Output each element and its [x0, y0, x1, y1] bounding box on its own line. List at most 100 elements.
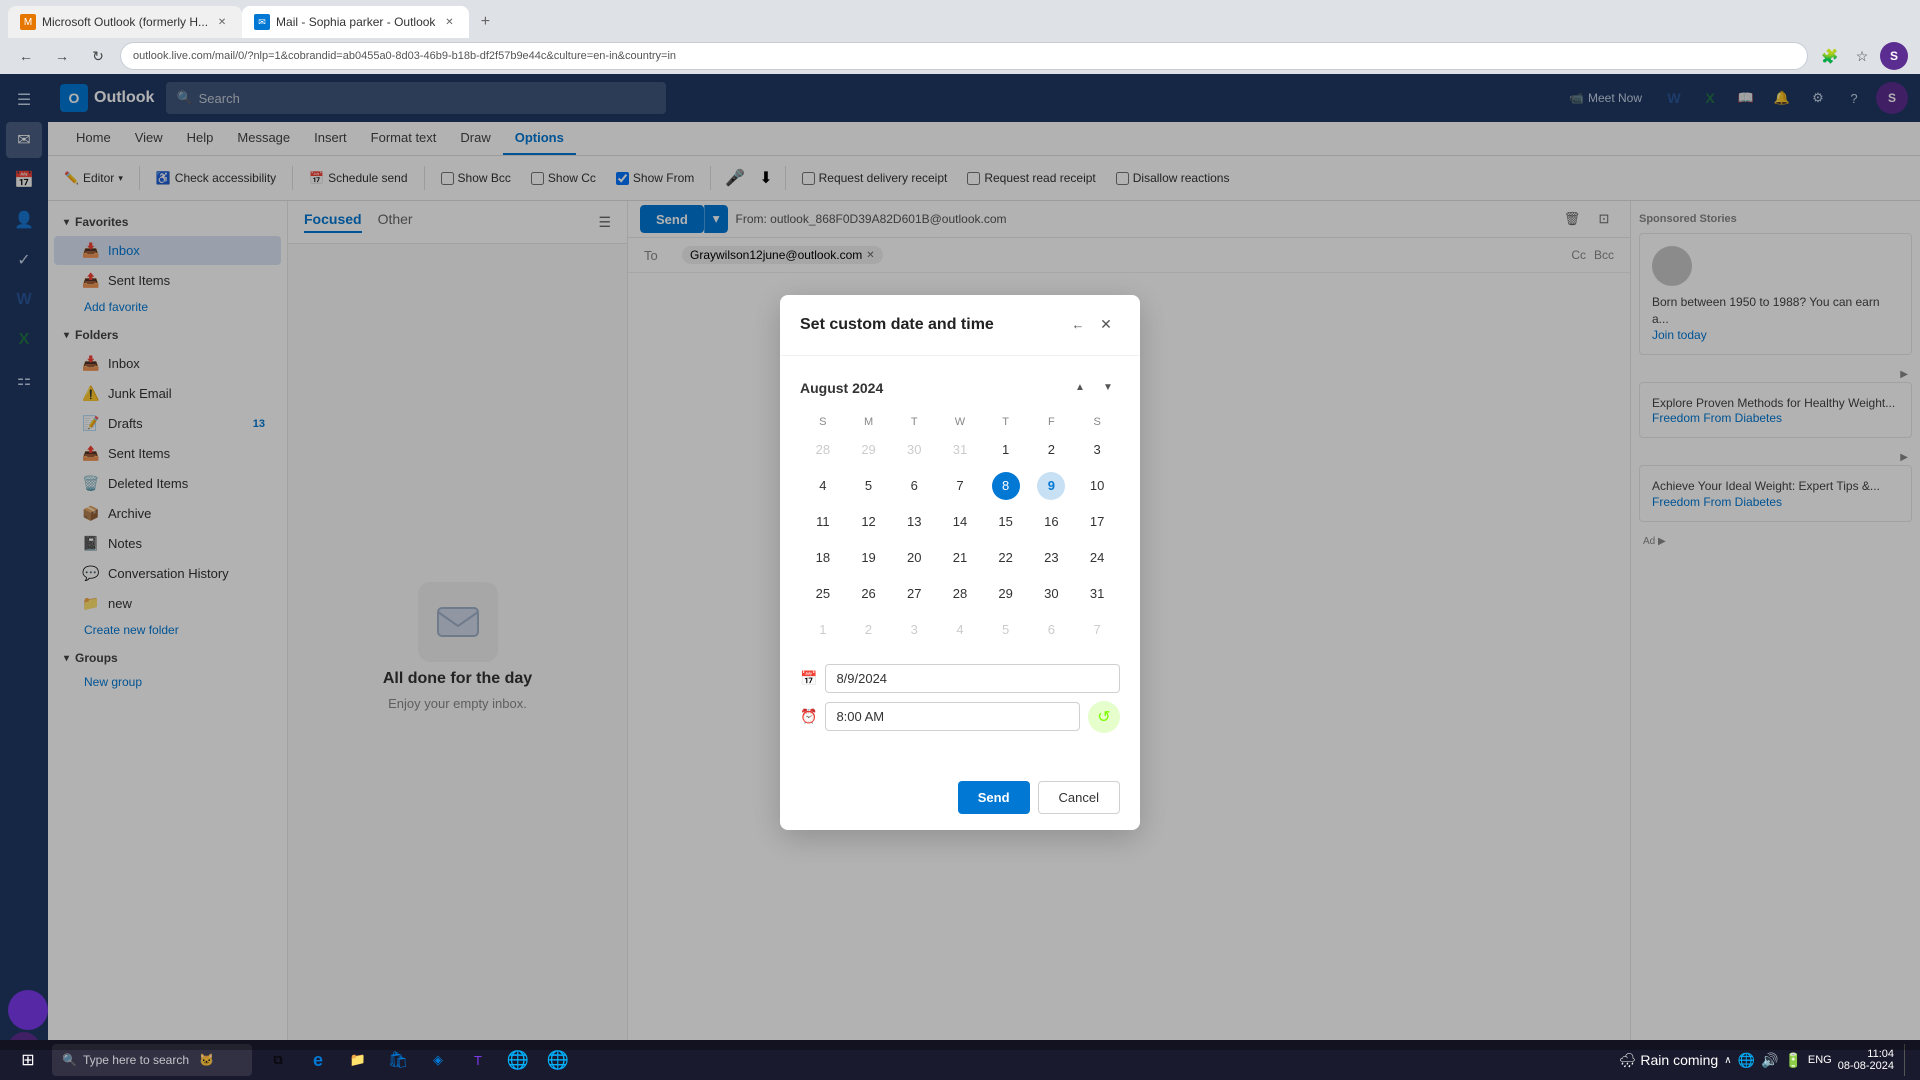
calendar-day[interactable]: 2 — [846, 612, 892, 648]
calendar-day[interactable]: 6 — [1029, 612, 1075, 648]
tab-favicon-2: ✉ — [254, 14, 270, 30]
calendar-day[interactable]: 28 — [800, 432, 846, 468]
search-icon-taskbar: 🔍 — [62, 1053, 77, 1067]
date-time-modal: Set custom date and time ← ✕ August 2024… — [780, 295, 1140, 830]
calendar-day[interactable]: 21 — [937, 540, 983, 576]
calendar-day[interactable]: 26 — [846, 576, 892, 612]
clock-widget[interactable]: 11:04 08-08-2024 — [1838, 1048, 1894, 1072]
calendar-nav: ▲ ▼ — [1068, 376, 1120, 400]
url-bar[interactable]: outlook.live.com/mail/0/?nlp=1&cobrandid… — [120, 42, 1808, 70]
calendar-day[interactable]: 19 — [846, 540, 892, 576]
tab-active[interactable]: ✉ Mail - Sophia parker - Outlook ✕ — [242, 6, 469, 38]
tab-inactive[interactable]: M Microsoft Outlook (formerly H... ✕ — [8, 6, 242, 38]
new-tab-button[interactable]: + — [469, 6, 501, 38]
calendar-day[interactable]: 17 — [1074, 504, 1120, 540]
time-input[interactable] — [825, 702, 1080, 731]
extensions-button[interactable]: 🧩 — [1816, 42, 1844, 70]
calendar-day[interactable]: 2 — [1029, 432, 1075, 468]
calendar-day[interactable]: 9 — [1029, 468, 1075, 504]
calendar-day[interactable]: 15 — [983, 504, 1029, 540]
time-row: ⏰ ↺ — [800, 701, 1120, 733]
calendar-day[interactable]: 3 — [1074, 432, 1120, 468]
modal-title: Set custom date and time — [800, 316, 1064, 334]
calendar-month: August 2024 — [800, 380, 883, 396]
calendar-day[interactable]: 5 — [983, 612, 1029, 648]
calendar-day[interactable]: 6 — [891, 468, 937, 504]
calendar-day[interactable]: 4 — [937, 612, 983, 648]
calendar-day[interactable]: 27 — [891, 576, 937, 612]
day-header-tue: T — [891, 412, 937, 432]
calendar-day[interactable]: 13 — [891, 504, 937, 540]
calendar-day[interactable]: 7 — [937, 468, 983, 504]
tab-bar: M Microsoft Outlook (formerly H... ✕ ✉ M… — [0, 0, 1920, 38]
calendar-day[interactable]: 22 — [983, 540, 1029, 576]
calendar-day[interactable]: 12 — [846, 504, 892, 540]
clock-date: 08-08-2024 — [1838, 1060, 1894, 1072]
browser-chrome: M Microsoft Outlook (formerly H... ✕ ✉ M… — [0, 0, 1920, 74]
modal-send-button[interactable]: Send — [958, 781, 1030, 814]
modal-nav: ← — [1064, 311, 1092, 339]
date-input[interactable] — [825, 664, 1120, 693]
calendar-day[interactable]: 30 — [1029, 576, 1075, 612]
calendar-day[interactable]: 8 — [983, 468, 1029, 504]
calendar-day[interactable]: 14 — [937, 504, 983, 540]
modal-body: August 2024 ▲ ▼ S M T W T F S — [780, 356, 1140, 769]
bookmark-button[interactable]: ☆ — [1848, 42, 1876, 70]
modal-close-button[interactable]: ✕ — [1092, 311, 1120, 339]
modal-cancel-button[interactable]: Cancel — [1038, 781, 1120, 814]
day-header-mon: M — [846, 412, 892, 432]
forward-button[interactable]: → — [48, 42, 76, 70]
tab-favicon-1: M — [20, 14, 36, 30]
calendar-day[interactable]: 3 — [891, 612, 937, 648]
profile-button[interactable]: S — [1880, 42, 1908, 70]
calendar-day[interactable]: 18 — [800, 540, 846, 576]
weather-label: Rain coming — [1640, 1052, 1718, 1069]
reload-button[interactable]: ↻ — [84, 42, 112, 70]
calendar-day[interactable]: 16 — [1029, 504, 1075, 540]
calendar-icon: 📅 — [800, 670, 817, 687]
calendar-day[interactable]: 4 — [800, 468, 846, 504]
calendar-day[interactable]: 31 — [1074, 576, 1120, 612]
network-icon[interactable]: 🌐 — [1738, 1052, 1755, 1069]
tray-icons: 🌧 Rain coming — [1619, 1052, 1719, 1069]
weather-icon: 🌧 — [1619, 1052, 1637, 1069]
modal-back-button[interactable]: ← — [1064, 311, 1092, 339]
calendar-day[interactable]: 25 — [800, 576, 846, 612]
calendar-day[interactable]: 30 — [891, 432, 937, 468]
day-header-sat: S — [1074, 412, 1120, 432]
day-header-wed: W — [937, 412, 983, 432]
day-header-thu: T — [983, 412, 1029, 432]
calendar-day[interactable]: 10 — [1074, 468, 1120, 504]
calendar-grid: S M T W T F S 28293031123456789101112131… — [800, 412, 1120, 648]
tab-close-1[interactable]: ✕ — [214, 14, 230, 30]
clock-icon: ⏰ — [800, 708, 817, 725]
cal-next-button[interactable]: ▼ — [1096, 376, 1120, 400]
calendar-day[interactable]: 29 — [983, 576, 1029, 612]
calendar-day[interactable]: 11 — [800, 504, 846, 540]
calendar-day[interactable]: 1 — [983, 432, 1029, 468]
tab-label-1: Microsoft Outlook (formerly H... — [42, 15, 208, 29]
volume-icon[interactable]: 🔊 — [1761, 1052, 1778, 1069]
calendar-day[interactable]: 7 — [1074, 612, 1120, 648]
calendar-day[interactable]: 29 — [846, 432, 892, 468]
calendar-header: August 2024 ▲ ▼ — [800, 376, 1120, 400]
calendar-day[interactable]: 24 — [1074, 540, 1120, 576]
address-bar: ← → ↻ outlook.live.com/mail/0/?nlp=1&cob… — [0, 38, 1920, 74]
modal-footer: Send Cancel — [780, 769, 1140, 830]
tab-close-2[interactable]: ✕ — [441, 14, 457, 30]
cal-prev-button[interactable]: ▲ — [1068, 376, 1092, 400]
calendar-day[interactable]: 1 — [800, 612, 846, 648]
language-label: ENG — [1808, 1054, 1832, 1066]
datetime-inputs: 📅 ⏰ ↺ — [800, 664, 1120, 733]
tray-expand[interactable]: ∧ — [1724, 1055, 1731, 1066]
modal-overlay: Set custom date and time ← ✕ August 2024… — [0, 74, 1920, 1050]
calendar-day[interactable]: 20 — [891, 540, 937, 576]
back-button[interactable]: ← — [12, 42, 40, 70]
calendar-day[interactable]: 23 — [1029, 540, 1075, 576]
calendar-day[interactable]: 31 — [937, 432, 983, 468]
day-header-fri: F — [1029, 412, 1075, 432]
calendar-day[interactable]: 28 — [937, 576, 983, 612]
taskbar-search-text: Type here to search — [83, 1053, 189, 1067]
calendar-day[interactable]: 5 — [846, 468, 892, 504]
browser-actions: 🧩 ☆ S — [1816, 42, 1908, 70]
